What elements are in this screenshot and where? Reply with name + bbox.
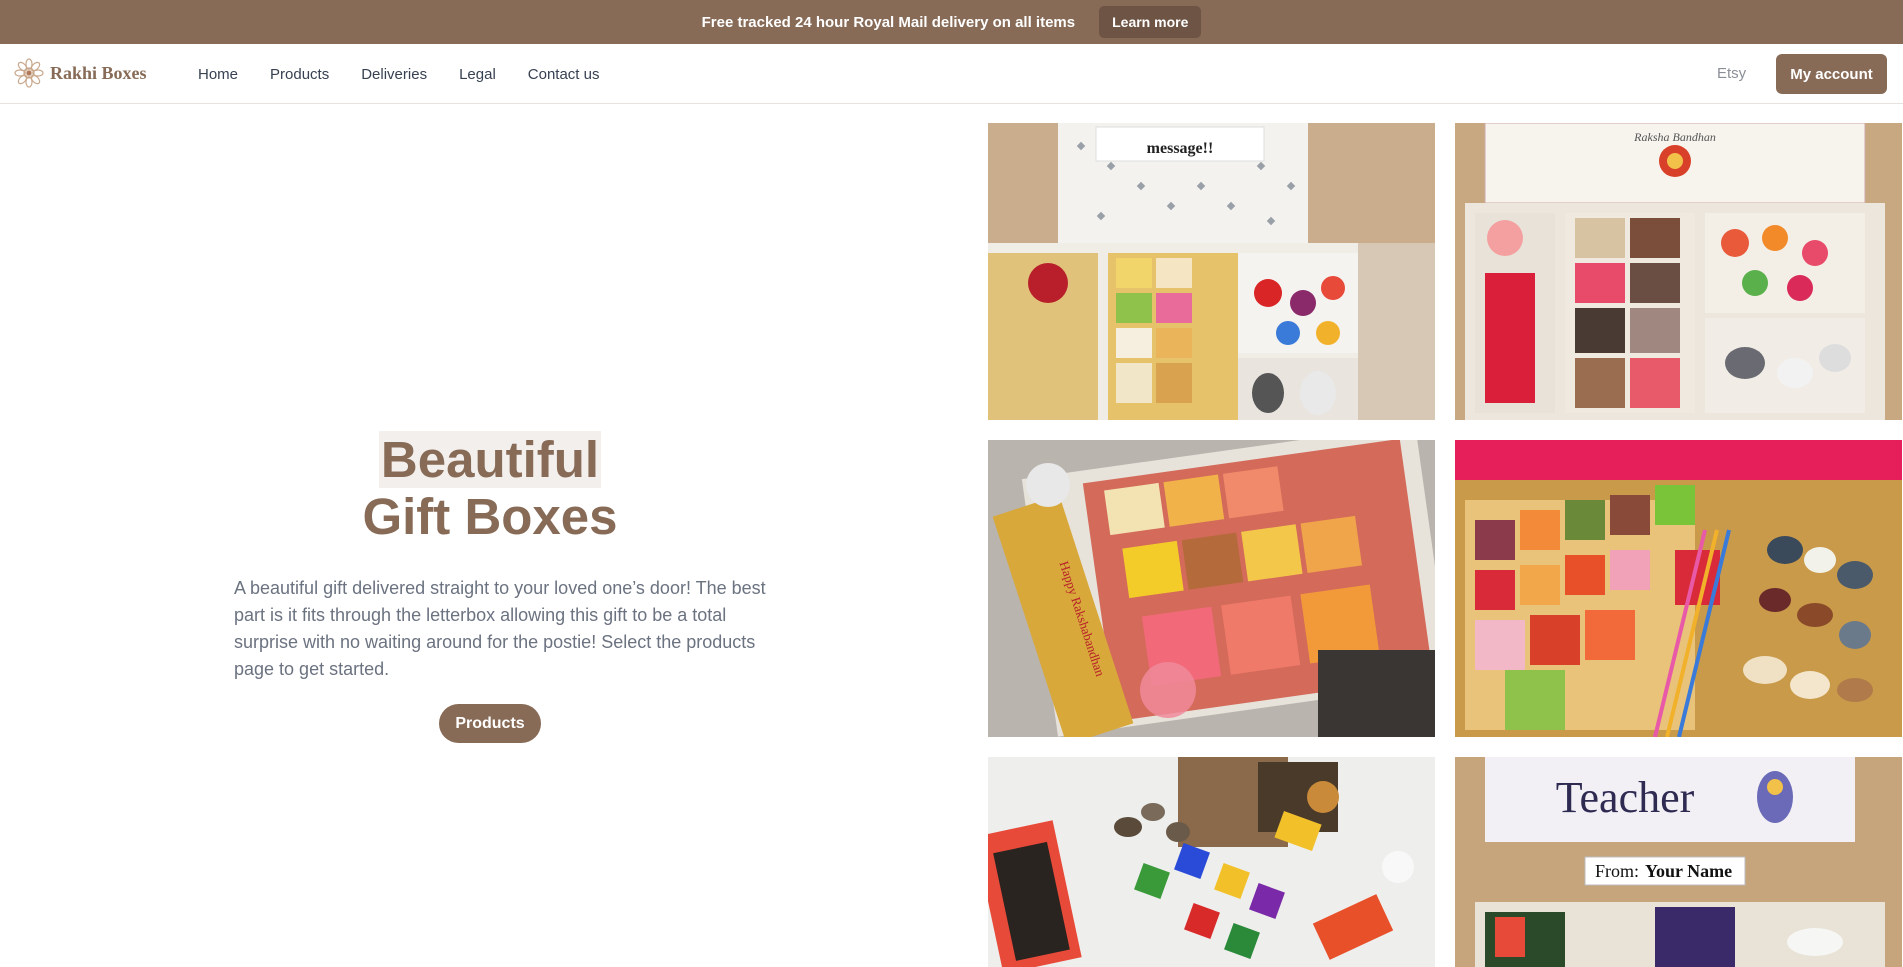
tile-sign-from: From: <box>1595 861 1639 881</box>
announcement-bar: Free tracked 24 hour Royal Mail delivery… <box>0 0 1903 44</box>
nav-deliveries[interactable]: Deliveries <box>361 66 427 83</box>
hero-title-line2: Gift Boxes <box>362 488 618 545</box>
nav-legal[interactable]: Legal <box>459 66 496 83</box>
announcement-text: Free tracked 24 hour Royal Mail delivery… <box>701 13 1076 31</box>
gallery-image-nuts-sweets-box[interactable] <box>1455 440 1902 737</box>
main-navigation: Rakhi Boxes Home Products Deliveries Leg… <box>0 44 1903 104</box>
etsy-link[interactable]: Etsy <box>1717 65 1746 82</box>
brand-name: Rakhi Boxes <box>50 62 147 83</box>
hero-section: Beautiful Gift Boxes A beautiful gift de… <box>0 105 980 966</box>
gallery-image-mithai-box[interactable]: Happy Rakshabandhan <box>988 440 1435 737</box>
tile-sign-text: message!! <box>1147 140 1214 157</box>
hero-title: Beautiful Gift Boxes <box>0 431 980 545</box>
tile-sign-text: Teacher <box>1556 773 1695 822</box>
tile-sign-text: Raksha Bandhan <box>1633 130 1716 144</box>
gallery-image-sweets-box[interactable]: message!! <box>988 123 1435 420</box>
products-button[interactable]: Products <box>439 704 541 743</box>
nav-links: Home Products Deliveries Legal Contact u… <box>198 44 632 104</box>
logo[interactable]: Rakhi Boxes <box>14 58 147 88</box>
my-account-button[interactable]: My account <box>1776 54 1887 94</box>
gallery-image-chocolate-box[interactable] <box>988 757 1435 967</box>
hero-description: A beautiful gift delivered straight to y… <box>234 578 766 679</box>
nav-products[interactable]: Products <box>270 66 329 83</box>
rakhi-flower-icon <box>14 58 44 88</box>
gallery-image-raksha-bandhan-box[interactable]: Raksha Bandhan <box>1455 123 1902 420</box>
hero-title-line1: Beautiful <box>378 431 602 488</box>
learn-more-button[interactable]: Learn more <box>1099 6 1202 38</box>
tile-sign-name: Your Name <box>1645 861 1732 881</box>
nav-home[interactable]: Home <box>198 66 238 83</box>
nav-contact[interactable]: Contact us <box>528 66 600 83</box>
gallery-image-teacher-box[interactable]: Teacher From: Your Name <box>1455 757 1902 967</box>
